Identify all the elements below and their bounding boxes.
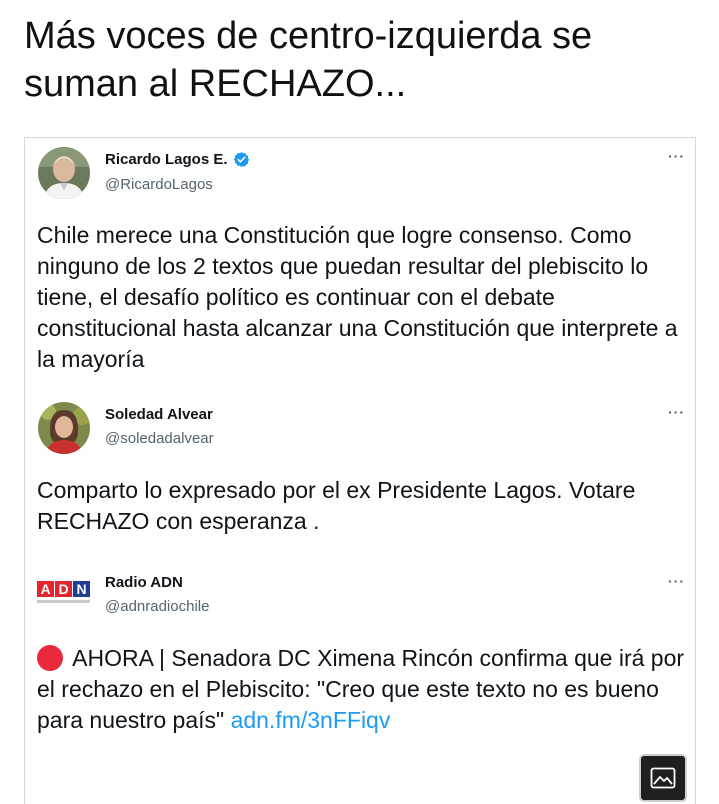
author-handle[interactable]: @adnradiochile (105, 598, 209, 615)
red-circle-icon (37, 645, 63, 671)
avatar[interactable] (38, 402, 90, 454)
avatar[interactable] (38, 147, 90, 199)
headline: Más voces de centro-izquierda se suman a… (24, 15, 593, 105)
verified-badge-icon (233, 151, 250, 168)
adn-logo[interactable]: A D N (37, 573, 93, 609)
svg-text:N: N (76, 581, 86, 597)
author-name-text: Ricardo Lagos E. (105, 151, 228, 168)
image-icon[interactable] (639, 754, 687, 802)
tweet-screenshot-card: Ricardo Lagos E. @RicardoLagos ··· Chile… (24, 137, 696, 804)
author-name-text: Radio ADN (105, 574, 183, 591)
svg-text:D: D (58, 581, 68, 597)
more-options-icon[interactable]: ··· (668, 573, 685, 589)
svg-text:A: A (40, 581, 50, 597)
more-options-icon[interactable]: ··· (668, 404, 685, 420)
author-name[interactable]: Ricardo Lagos E. (105, 151, 250, 168)
author-handle[interactable]: @soledadalvear (105, 430, 214, 447)
author-name[interactable]: Soledad Alvear (105, 406, 213, 423)
more-options-icon[interactable]: ··· (668, 148, 685, 164)
tweet-text: Chile merece una Constitución que logre … (37, 222, 678, 372)
author-handle[interactable]: @RicardoLagos (105, 176, 213, 193)
tweet-link[interactable]: adn.fm/3nFFiqv (231, 707, 391, 733)
author-name[interactable]: Radio ADN (105, 574, 183, 591)
tweet-text: Comparto lo expresado por el ex Presiden… (37, 477, 636, 534)
tweet-text: AHORA | Senadora DC Ximena Rincón confir… (37, 643, 687, 736)
author-name-text: Soledad Alvear (105, 406, 213, 423)
